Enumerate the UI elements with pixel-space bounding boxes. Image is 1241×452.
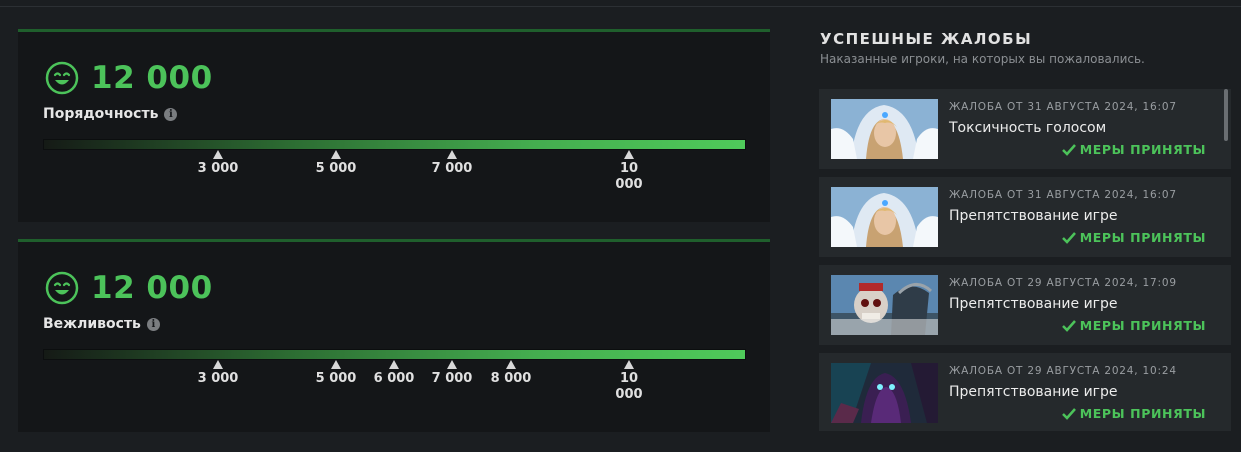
tick-label: 10 000	[615, 371, 643, 402]
tick-triangle-icon	[624, 150, 634, 159]
tick-label: 5 000	[315, 161, 357, 176]
report-reason: Препятствование игре	[949, 384, 1118, 400]
crystal-maiden-portrait-icon	[831, 187, 938, 247]
politeness-label: Вежливость	[43, 316, 141, 332]
tick-marker: 3 000	[183, 360, 253, 387]
tick-triangle-icon	[506, 360, 516, 369]
tick-triangle-icon	[331, 360, 341, 369]
report-status: МЕРЫ ПРИНЯТЫ	[1061, 318, 1206, 333]
info-icon[interactable]: i	[164, 107, 178, 121]
report-date: ЖАЛОБА ОТ 31 АВГУСТА 2024, 16:07	[949, 101, 1177, 113]
tick-label: 3 000	[197, 371, 239, 386]
report-status: МЕРЫ ПРИНЯТЫ	[1061, 142, 1206, 157]
reports-title: УСПЕШНЫЕ ЖАЛОБЫ	[820, 30, 1033, 48]
report-card[interactable]: ЖАЛОБА ОТ 29 АВГУСТА 2024, 17:09 Препятс…	[819, 265, 1231, 345]
report-status: МЕРЫ ПРИНЯТЫ	[1061, 230, 1206, 245]
tick-triangle-icon	[331, 150, 341, 159]
tick-label: 3 000	[197, 161, 239, 176]
skeleton-hero-portrait-icon	[831, 275, 938, 335]
politeness-score: 12 000	[91, 270, 213, 306]
tick-marker: 7 000	[417, 150, 487, 177]
conduct-label: Порядочность	[43, 106, 159, 122]
tick-marker: 3 000	[183, 150, 253, 177]
status-label: МЕРЫ ПРИНЯТЫ	[1079, 142, 1206, 157]
tick-triangle-icon	[447, 360, 457, 369]
reports-subtitle: Наказанные игроки, на которых вы пожалов…	[820, 52, 1145, 66]
report-reason: Препятствование игре	[949, 208, 1118, 224]
tick-marker: 10 000	[594, 150, 664, 193]
crystal-maiden-portrait-icon	[831, 99, 938, 159]
reports-scrollbar[interactable]	[1224, 89, 1228, 141]
report-date: ЖАЛОБА ОТ 29 АВГУСТА 2024, 10:24	[949, 365, 1177, 377]
politeness-label-row: Вежливость i	[43, 316, 160, 332]
info-icon[interactable]: i	[146, 317, 160, 331]
report-card[interactable]: ЖАЛОБА ОТ 29 АВГУСТА 2024, 10:24 Препятс…	[819, 353, 1231, 431]
status-label: МЕРЫ ПРИНЯТЫ	[1079, 406, 1206, 421]
tick-marker: 10 000	[594, 360, 664, 403]
tick-marker: 5 000	[301, 150, 371, 177]
reports-list[interactable]: ЖАЛОБА ОТ 31 АВГУСТА 2024, 16:07 Токсичн…	[819, 89, 1231, 431]
conduct-label-row: Порядочность i	[43, 106, 178, 122]
tick-label: 10 000	[615, 161, 643, 192]
report-date: ЖАЛОБА ОТ 31 АВГУСТА 2024, 16:07	[949, 189, 1177, 201]
checkmark-icon	[1061, 407, 1076, 420]
tick-label: 7 000	[431, 161, 473, 176]
tick-triangle-icon	[213, 150, 223, 159]
report-card[interactable]: ЖАЛОБА ОТ 31 АВГУСТА 2024, 16:07 Препятс…	[819, 177, 1231, 257]
smiley-icon	[45, 271, 79, 305]
smiley-icon	[45, 61, 79, 95]
tick-marker: 8 000	[476, 360, 546, 387]
tick-label: 8 000	[490, 371, 532, 386]
tick-triangle-icon	[447, 150, 457, 159]
status-label: МЕРЫ ПРИНЯТЫ	[1079, 230, 1206, 245]
politeness-progress-bar	[43, 349, 746, 360]
checkmark-icon	[1061, 319, 1076, 332]
conduct-score: 12 000	[91, 60, 213, 96]
report-status: МЕРЫ ПРИНЯТЫ	[1061, 406, 1206, 421]
checkmark-icon	[1061, 231, 1076, 244]
politeness-panel: 12 000 Вежливость i 3 000 5 000 6 000 7 …	[18, 239, 770, 432]
spectre-hero-portrait-icon	[831, 363, 938, 423]
top-divider	[0, 6, 1241, 7]
tick-triangle-icon	[624, 360, 634, 369]
report-card[interactable]: ЖАЛОБА ОТ 31 АВГУСТА 2024, 16:07 Токсичн…	[819, 89, 1231, 169]
report-reason: Токсичность голосом	[949, 120, 1107, 136]
report-reason: Препятствование игре	[949, 296, 1118, 312]
status-label: МЕРЫ ПРИНЯТЫ	[1079, 318, 1206, 333]
conduct-panel: 12 000 Порядочность i 3 000 5 000 7 000 …	[18, 29, 770, 222]
tick-triangle-icon	[213, 360, 223, 369]
score-row: 12 000	[45, 270, 213, 306]
checkmark-icon	[1061, 143, 1076, 156]
conduct-progress-bar	[43, 139, 746, 150]
report-date: ЖАЛОБА ОТ 29 АВГУСТА 2024, 17:09	[949, 277, 1177, 289]
score-row: 12 000	[45, 60, 213, 96]
tick-triangle-icon	[389, 360, 399, 369]
